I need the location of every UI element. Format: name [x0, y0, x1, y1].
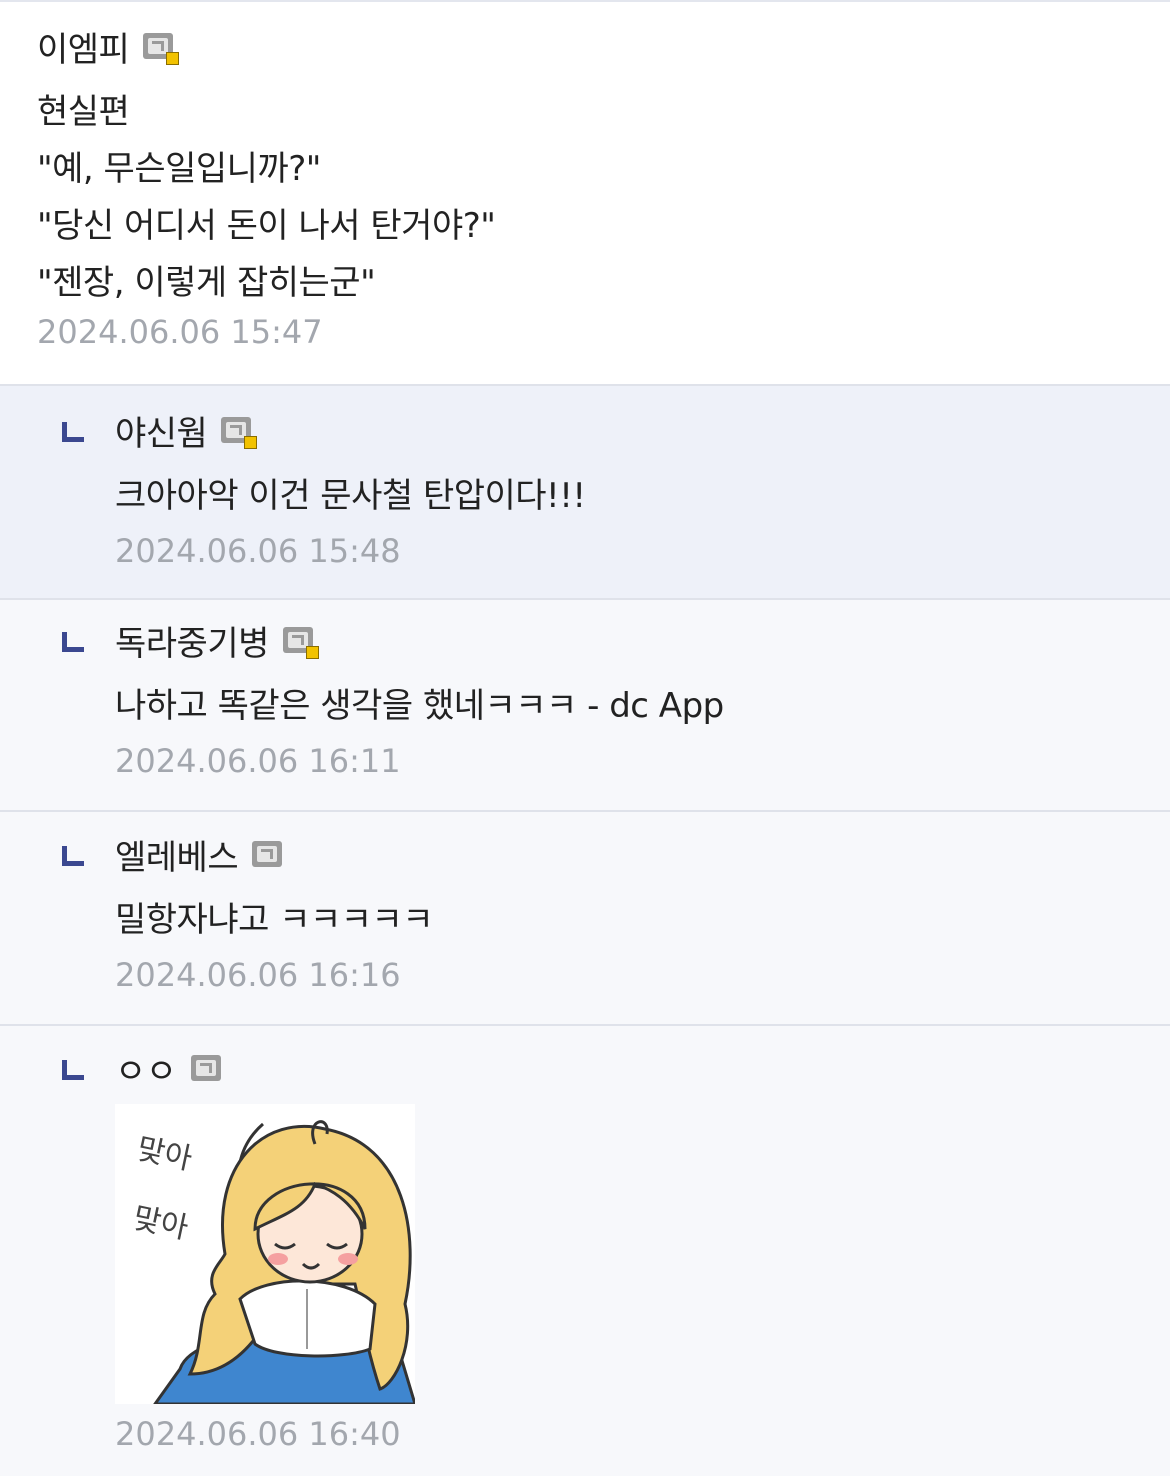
- comment-text-line: "예, 무슨일입니까?": [37, 149, 321, 189]
- comment-header: 독라중기병: [115, 600, 1170, 664]
- comment-nickname[interactable]: 이엠피: [37, 22, 130, 71]
- gallog-icon[interactable]: [282, 627, 319, 659]
- reply-comment: 독라중기병 나하고 똑같은 생각을 했네ㅋㅋㅋ - dc App 2024.06…: [0, 600, 1170, 812]
- comment-date: 2024.06.06 16:16: [115, 956, 401, 994]
- comment-text-line: "젠장, 이렇게 잡히는군": [37, 263, 376, 303]
- reply-arrow-icon: [62, 422, 84, 442]
- reply-arrow-icon: [62, 846, 84, 866]
- dccon-sticker-image[interactable]: 맞아 맞아: [115, 1104, 415, 1404]
- comment-text-line: 현실편: [37, 92, 130, 132]
- comment-header: ㅇㅇ: [115, 1026, 1170, 1092]
- comment-thread: 이엠피 현실편 "예, 무슨일입니까?" "당신 어디서 돈이 나서 탄거야?"…: [0, 0, 1170, 1476]
- comment-header: 엘레베스: [115, 812, 1170, 878]
- reply-comment: ㅇㅇ 맞아 맞아 2024.06.06 16:40: [0, 1026, 1170, 1476]
- comment-text: 밀항자냐고 ㅋㅋㅋㅋㅋ: [115, 900, 434, 940]
- comment: 이엠피 현실편 "예, 무슨일입니까?" "당신 어디서 돈이 나서 탄거야?"…: [0, 2, 1170, 386]
- gallog-icon[interactable]: [190, 1055, 221, 1081]
- comment-nickname[interactable]: 야신웜: [115, 406, 208, 455]
- comment-text: 나하고 똑같은 생각을 했네ㅋㅋㅋ - dc App: [115, 686, 724, 726]
- comment-header: 야신웜: [115, 386, 1170, 454]
- comment-date: 2024.06.06 16:40: [115, 1415, 401, 1453]
- reply-arrow-icon: [62, 1060, 84, 1080]
- reply-arrow-icon: [62, 632, 84, 652]
- comment-nickname[interactable]: 엘레베스: [115, 830, 239, 879]
- gallog-icon[interactable]: [143, 33, 180, 65]
- comment-nickname[interactable]: 독라중기병: [115, 616, 269, 665]
- comment-text-line: "당신 어디서 돈이 나서 탄거야?": [37, 206, 496, 246]
- reply-comment: 엘레베스 밀항자냐고 ㅋㅋㅋㅋㅋ 2024.06.06 16:16: [0, 812, 1170, 1026]
- gallog-icon[interactable]: [221, 417, 258, 449]
- comment-date: 2024.06.06 16:11: [115, 742, 401, 780]
- gallog-icon[interactable]: [252, 841, 283, 867]
- comment-body: 현실편 "예, 무슨일입니까?" "당신 어디서 돈이 나서 탄거야?" "젠장…: [37, 84, 1170, 312]
- comment-header: 이엠피: [37, 22, 1170, 70]
- comment-nickname[interactable]: ㅇㅇ: [115, 1044, 177, 1093]
- comment-date: 2024.06.06 15:47: [37, 313, 323, 351]
- comment-text: 크아아악 이건 문사철 탄압이다!!!: [115, 476, 586, 516]
- reply-comment: 야신웜 크아아악 이건 문사철 탄압이다!!! 2024.06.06 15:48: [0, 386, 1170, 600]
- comment-date: 2024.06.06 15:48: [115, 532, 401, 570]
